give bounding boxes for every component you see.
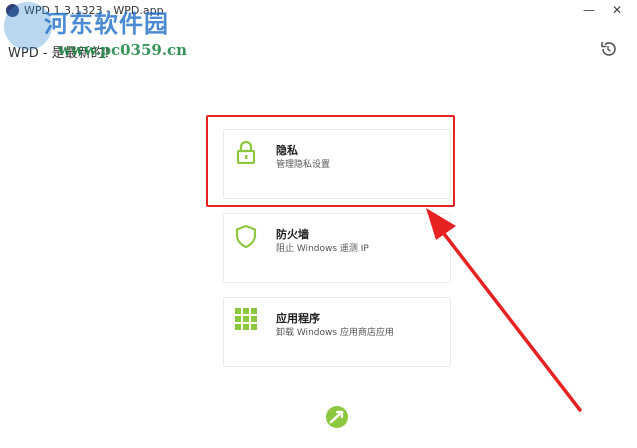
privacy-card-title: 隐私 [276,144,298,157]
lock-icon [236,140,256,164]
apps-card-description: 卸载 Windows 应用商店应用 [276,328,394,338]
apps-card[interactable]: 应用程序 卸载 Windows 应用商店应用 [223,297,451,367]
minimize-button[interactable]: — [577,0,601,20]
close-button[interactable]: ✕ [605,0,629,20]
app-logo-icon [6,4,19,17]
privacy-card-description: 管理隐私设置 [276,160,331,170]
history-icon[interactable] [598,39,618,59]
app-grid-icon [235,308,257,330]
shield-icon [235,224,257,248]
firewall-card-description: 阻止 Windows 遥测 IP [276,244,369,254]
wpd-logo-icon[interactable] [325,405,349,429]
window-title: WPD 1.3.1323 - WPD.app [24,4,164,17]
firewall-card[interactable]: 防火墙 阻止 Windows 遥测 IP [223,213,451,283]
firewall-card-title: 防火墙 [276,228,309,241]
privacy-card[interactable]: 隐私 管理隐私设置 [223,129,451,199]
title-bar: WPD 1.3.1323 - WPD.app — ✕ [0,0,637,22]
apps-card-title: 应用程序 [276,312,320,325]
status-text: WPD - 是最新的！ [8,46,117,61]
